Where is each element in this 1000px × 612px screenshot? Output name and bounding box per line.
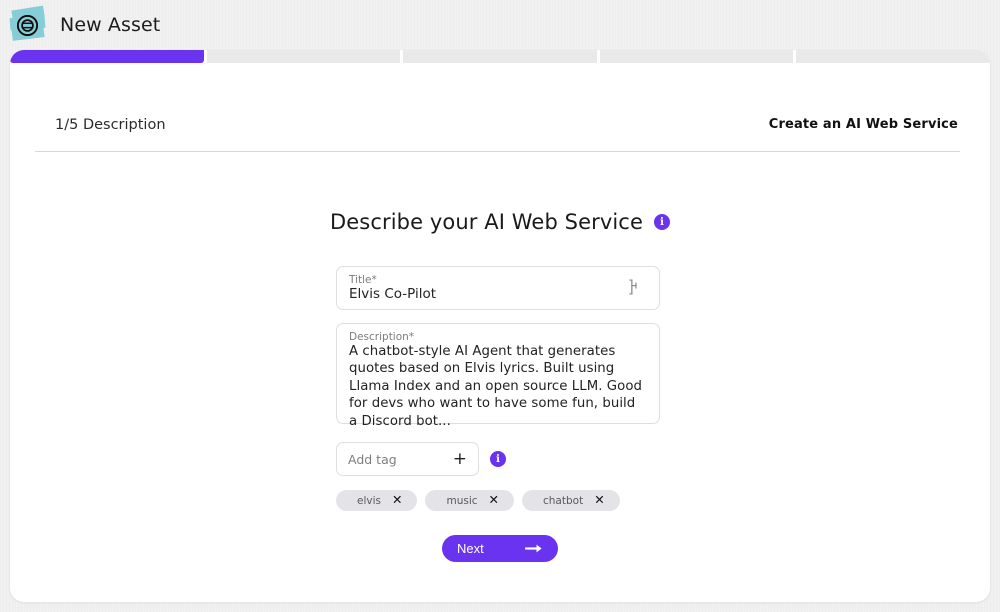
step-label: 1/5 Description [55, 117, 166, 133]
tag-chip-label: elvis [357, 494, 381, 507]
footer-actions: Next [336, 535, 660, 562]
logo-emblem-icon [17, 15, 38, 36]
close-icon[interactable]: ✕ [594, 494, 604, 507]
plus-icon[interactable]: + [453, 450, 467, 468]
tag-list: elvis ✕ music ✕ chatbot ✕ [336, 490, 660, 511]
tag-chip-label: music [446, 494, 478, 507]
arrow-right-icon [525, 544, 542, 553]
page-title: Describe your AI Web Service [330, 210, 643, 234]
wizard-progress-bar [10, 50, 990, 63]
tag-info-icon[interactable]: i [490, 451, 506, 467]
tag-chip-label: chatbot [543, 494, 584, 507]
progress-segment-5 [796, 50, 990, 63]
description-input[interactable]: Description* A chatbot-style AI Agent th… [336, 323, 660, 429]
tag-chip[interactable]: chatbot ✕ [522, 490, 620, 511]
add-tag-placeholder: Add tag [348, 451, 397, 467]
headline-row: Describe your AI Web Service i [10, 210, 990, 234]
title-input[interactable]: Title* Elvis Co-Pilot [336, 266, 660, 310]
progress-segment-3 [403, 50, 597, 63]
description-input-value: A chatbot-style AI Agent that generates … [349, 343, 643, 429]
tag-chip[interactable]: elvis ✕ [336, 490, 418, 511]
form-column: Title* Elvis Co-Pilot Description* A cha… [336, 266, 660, 562]
card-header: 1/5 Description Create an AI Web Service [10, 63, 990, 152]
description-input-label: Description* [349, 331, 415, 343]
add-tag-input[interactable]: Add tag + [336, 442, 479, 476]
app-title: New Asset [60, 14, 161, 36]
asset-logo-icon[interactable] [8, 5, 50, 45]
title-input-value: Elvis Co-Pilot [349, 285, 437, 302]
card-content: Describe your AI Web Service i Title* El… [10, 148, 990, 562]
flow-title: Create an AI Web Service [768, 117, 958, 132]
title-input-label: Title* [349, 274, 377, 286]
close-icon[interactable]: ✕ [489, 494, 499, 507]
headline-info-icon[interactable]: i [653, 214, 670, 230]
next-button[interactable]: Next [442, 535, 558, 562]
wizard-card: 1/5 Description Create an AI Web Service… [10, 50, 990, 602]
add-tag-row: Add tag + i [336, 442, 660, 476]
progress-segment-4 [599, 50, 794, 63]
progress-segment-1 [10, 50, 204, 63]
close-icon[interactable]: ✕ [392, 494, 402, 507]
text-ibeam-icon [629, 279, 637, 295]
tag-chip[interactable]: music ✕ [425, 490, 514, 511]
next-button-label: Next [457, 541, 484, 556]
progress-segment-2 [206, 50, 401, 63]
top-bar: New Asset [0, 0, 1000, 50]
